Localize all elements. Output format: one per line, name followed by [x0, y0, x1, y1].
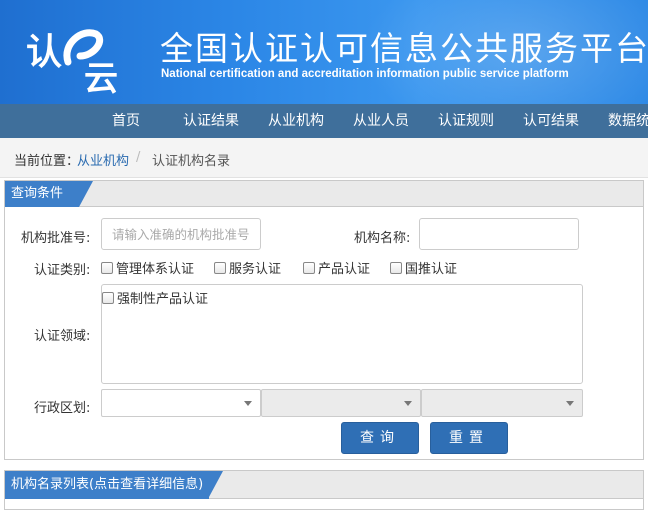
nav-item-home[interactable]: 首页	[112, 104, 140, 138]
checkbox-box[interactable]	[214, 261, 226, 274]
logo-char-2: 云	[84, 59, 118, 96]
main-nav: 首页 认证结果 从业机构 从业人员 认证规则 认可结果 数据统	[0, 104, 648, 138]
chevron-down-icon	[244, 401, 252, 406]
query-panel-header: 查询条件	[5, 181, 643, 207]
site-title: 全国认证认可信息公共服务平台	[160, 29, 648, 68]
breadcrumb-link-institutions[interactable]: 从业机构	[77, 150, 129, 169]
approval-no-label: 机构批准号:	[21, 231, 91, 246]
nav-item-cert-rules[interactable]: 认证规则	[438, 104, 494, 138]
logo-char-1: 认	[26, 32, 62, 73]
checkbox-label: 产品认证	[318, 262, 371, 277]
list-panel-header: 机构名录列表(点击查看详细信息)	[5, 471, 643, 499]
checkbox-ccc[interactable]: 强制性产品认证	[102, 288, 208, 307]
checkbox-box[interactable]	[303, 261, 315, 274]
chevron-down-icon	[566, 401, 574, 406]
search-button[interactable]: 查询	[341, 422, 419, 454]
breadcrumb: 当前位置： 从业机构 / 认证机构名录	[0, 138, 648, 178]
domain-selection-box[interactable]: 强制性产品认证	[101, 284, 583, 384]
query-panel: 查询条件 机构批准号: 机构名称: 认证类别: 管理体系认证 服务认证 产品认证…	[4, 180, 644, 460]
nav-item-accreditation-results[interactable]: 认可结果	[523, 104, 579, 138]
nav-item-personnel[interactable]: 从业人员	[353, 104, 409, 138]
institution-name-input[interactable]	[419, 218, 579, 250]
region-city-select[interactable]	[261, 389, 421, 417]
logo-swoosh-icon	[63, 29, 104, 66]
checkbox-label: 强制性产品认证	[117, 292, 209, 307]
checkbox-management-system[interactable]: 管理体系认证	[101, 258, 194, 277]
checkbox-label: 国推认证	[405, 262, 458, 277]
platform-logo[interactable]: 认 云	[24, 16, 134, 96]
breadcrumb-separator: /	[136, 150, 141, 165]
checkbox-service[interactable]: 服务认证	[214, 258, 281, 277]
list-panel-title[interactable]: 机构名录列表(点击查看详细信息)	[5, 471, 223, 499]
nav-item-institutions[interactable]: 从业机构	[268, 104, 324, 138]
region-label: 行政区划:	[34, 401, 91, 416]
domain-label: 认证领域:	[34, 329, 91, 344]
nav-item-data-stats[interactable]: 数据统	[608, 104, 648, 138]
checkbox-box[interactable]	[101, 261, 113, 274]
checkbox-box[interactable]	[102, 291, 114, 304]
checkbox-national[interactable]: 国推认证	[390, 258, 457, 277]
institution-name-label: 机构名称:	[354, 231, 411, 246]
checkbox-product[interactable]: 产品认证	[303, 258, 370, 277]
nav-item-cert-results[interactable]: 认证结果	[183, 104, 239, 138]
breadcrumb-label: 当前位置：	[14, 154, 80, 169]
region-province-select[interactable]	[101, 389, 261, 417]
breadcrumb-current: 认证机构名录	[152, 154, 231, 169]
chevron-down-icon	[404, 401, 412, 406]
region-district-select[interactable]	[421, 389, 583, 417]
query-panel-title: 查询条件	[5, 181, 93, 207]
institution-list-panel: 机构名录列表(点击查看详细信息)	[4, 470, 644, 510]
header-banner: 认 云 全国认证认可信息公共服务平台 National certificatio…	[0, 0, 648, 104]
checkbox-label: 服务认证	[229, 262, 282, 277]
checkbox-label: 管理体系认证	[116, 262, 195, 277]
checkbox-box[interactable]	[390, 261, 402, 274]
reset-button[interactable]: 重置	[430, 422, 508, 454]
site-subtitle: National certification and accreditation…	[161, 68, 569, 80]
category-label: 认证类别:	[34, 263, 91, 278]
approval-no-input[interactable]	[101, 218, 261, 250]
